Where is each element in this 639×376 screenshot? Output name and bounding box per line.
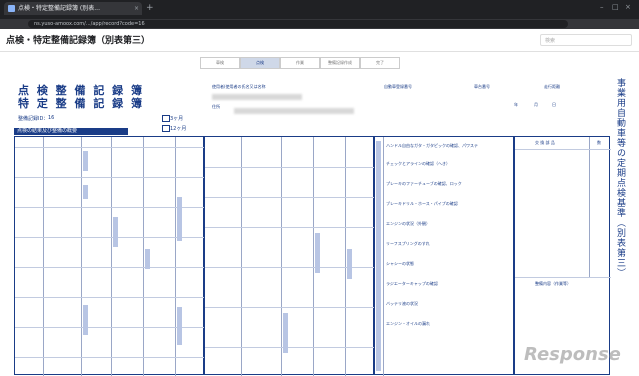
vertical-title: 事業用自動車等の定期点検基準（別表第三） [615, 78, 625, 278]
month3-label: 3ヶ月 [170, 116, 184, 122]
inspection-grid-left [14, 136, 205, 376]
maintenance-header: 整備内容（作業等） [535, 281, 571, 286]
url-field[interactable]: ns.yuso-amoox.com/.../app/record?code=16 [28, 20, 568, 28]
checklist-panel: ハンドル自由なガタ・ガタピックの確認、パワステ チェックとアラインの確認（へき）… [374, 136, 514, 376]
qty-header: 数 [597, 140, 601, 145]
section-bar: 点検の結果及び整備の概要 [14, 128, 128, 135]
close-tab-icon[interactable]: × [134, 2, 139, 15]
browser-tab[interactable]: 点検・特定整備記録簿 (別表... × [4, 2, 142, 15]
tab-title: 点検・特定整備記録簿 (別表... [18, 5, 100, 12]
replaced-parts-header: 交 換 部 品 [535, 140, 555, 145]
favicon-icon [8, 5, 15, 12]
chassis-label: 車台番号 [474, 84, 490, 89]
inspection-grid-middle [204, 136, 375, 376]
month3-checkbox[interactable] [162, 115, 170, 122]
step-2[interactable]: 点検 [240, 57, 280, 69]
form-title: 点 検 整 備 記 録 簿 特 定 整 備 記 録 簿 [18, 84, 144, 110]
reg-no-label: 自動車登録番号 [384, 84, 412, 89]
step-3[interactable]: 作業 [280, 57, 320, 69]
year-label: 年 [514, 102, 518, 107]
minimize-icon[interactable]: – [600, 3, 604, 11]
checklist-item: バッテリ液の状況 [386, 301, 418, 306]
step-4[interactable]: 整備記録作成 [320, 57, 360, 69]
checklist-item: エンジン・オイルの漏れ [386, 321, 430, 326]
record-form: 点 検 整 備 記 録 簿 特 定 整 備 記 録 簿 整備記録ID： 16 3… [4, 72, 634, 376]
step-1[interactable]: 車検 [200, 57, 240, 69]
checklist-item: チェックとアラインの確認（へき） [386, 161, 450, 166]
search-input[interactable]: 検索 [540, 34, 632, 46]
checklist-item: ブレーキドリル・ホース・パイプの確認 [386, 201, 458, 206]
checklist-item: リーフスプリングのすれ [386, 241, 430, 246]
checklist-item: プレーキのファーチューブの確認、ロック [386, 181, 462, 186]
window-close-icon[interactable]: × [625, 3, 631, 11]
new-tab-icon[interactable]: + [146, 2, 154, 15]
form-title-line2: 特 定 整 備 記 録 簿 [18, 97, 144, 110]
distance-label: 走行距離 [544, 84, 560, 89]
month12-checkbox[interactable] [162, 125, 170, 132]
svg-text:Response: Response [524, 344, 621, 365]
maximize-icon[interactable]: □ [612, 3, 619, 11]
checklist-item: シャシーの状態 [386, 261, 414, 266]
page-header: 点検・特定整備記録簿（別表第三） 検索 [0, 29, 639, 52]
address-value [234, 108, 354, 114]
month-label: 月 [534, 102, 538, 107]
month12-label: 12ヶ月 [170, 126, 187, 132]
record-no-value: 16 [48, 115, 55, 121]
step-5[interactable]: 完了 [360, 57, 400, 69]
browser-tab-strip: 点検・特定整備記録簿 (別表... × + – □ × [0, 0, 639, 19]
checklist-item: ラジエーターキャップの確認 [386, 281, 438, 286]
form-title-line1: 点 検 整 備 記 録 簿 [18, 84, 144, 97]
day-label: 日 [552, 102, 556, 107]
page-title: 点検・特定整備記録簿（別表第三） [6, 36, 151, 46]
response-logo-icon: Response [524, 344, 621, 365]
owner-label: 使用者(使用者の氏名又は名称 [212, 84, 266, 89]
checklist-item: ハンドル自由なガタ・ガタピックの確認、パワステ [386, 143, 478, 148]
address-label: 住所 [212, 104, 220, 109]
owner-value [212, 94, 302, 100]
checklist-item: エンジンの状況（外観） [386, 221, 430, 226]
record-no-label: 整備記録ID： [18, 116, 49, 122]
